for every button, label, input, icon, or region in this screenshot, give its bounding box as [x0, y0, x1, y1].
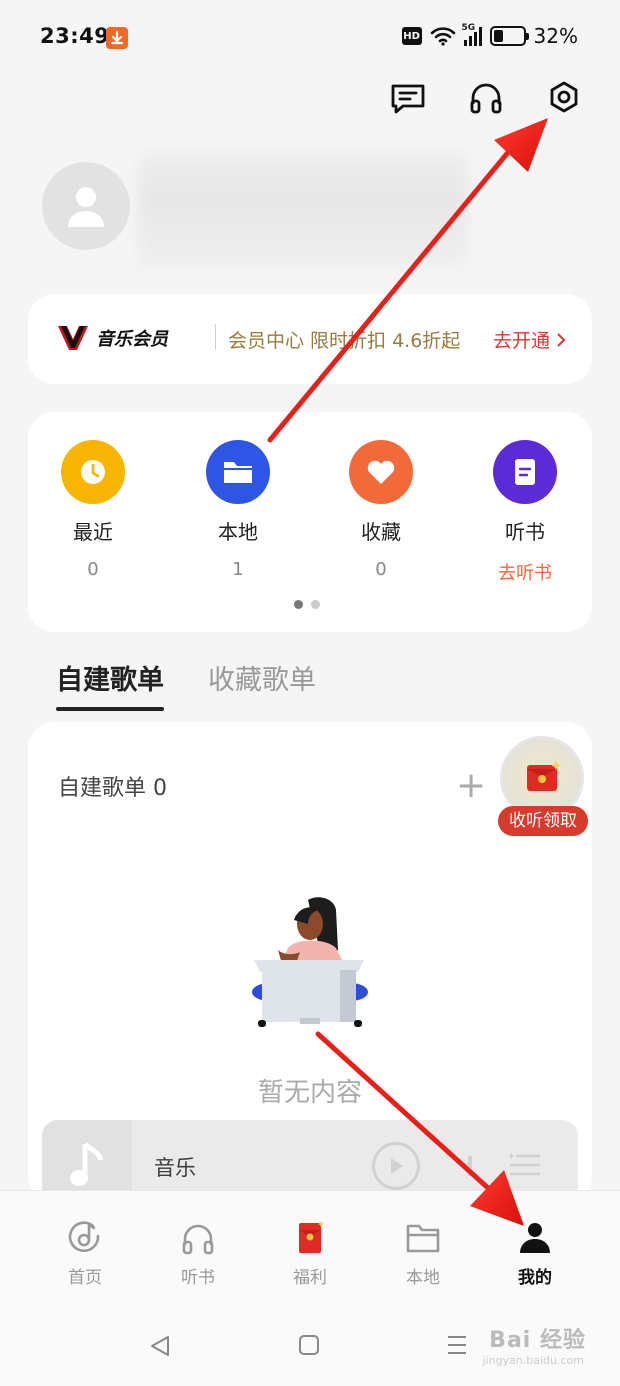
quick-count: 0	[375, 559, 387, 580]
nav-mine[interactable]: 我的	[485, 1219, 585, 1288]
user-icon	[520, 1223, 550, 1253]
home-disc-icon	[68, 1221, 100, 1252]
wifi-icon	[430, 27, 455, 46]
vip-logo: 音乐会员	[58, 325, 168, 351]
quick-item-recent[interactable]: 最近 0	[33, 440, 153, 580]
playlist-count-title: 自建歌单 0	[58, 776, 167, 801]
status-bar: 23:49 HD 5G 32%	[0, 0, 620, 76]
profile[interactable]	[42, 162, 130, 250]
download-notification-icon	[106, 27, 128, 49]
nav-label: 听书	[181, 1268, 215, 1288]
vip-open-label: 去开通	[492, 330, 550, 352]
nav-label: 福利	[293, 1268, 327, 1288]
quick-count: 0	[87, 559, 99, 580]
book-icon	[493, 440, 557, 504]
red-envelope-icon	[299, 1221, 324, 1253]
headphones-icon	[182, 1224, 214, 1255]
avatar[interactable]	[42, 162, 130, 250]
nav-home[interactable]: 首页	[35, 1219, 135, 1288]
status-time: 23:49	[40, 24, 110, 48]
page-indicator	[294, 600, 320, 609]
heart-icon	[349, 440, 413, 504]
empty-state-illustration	[252, 897, 368, 1027]
header-actions	[390, 78, 582, 118]
hd-badge: HD	[401, 27, 422, 45]
now-playing-title: 音乐	[154, 1156, 196, 1180]
music-note-icon	[70, 1142, 104, 1186]
add-playlist-button[interactable]: +	[456, 768, 486, 804]
quick-item-audiobooks[interactable]: 听书 去听书	[465, 440, 585, 585]
vip-banner[interactable]: 音乐会员 会员中心 限时折扣 4.6折起 去开通	[28, 294, 592, 384]
battery-level	[493, 30, 503, 42]
quick-label: 最近	[73, 520, 113, 544]
battery-percent: 32%	[533, 24, 578, 48]
chevron-right-icon	[557, 332, 566, 347]
quick-label: 听书	[505, 520, 545, 544]
page-dot	[311, 600, 320, 609]
baidu-watermark: Bai 经验	[489, 1328, 586, 1353]
play-icon	[391, 1158, 403, 1174]
page-dot-active	[294, 600, 303, 609]
nav-rewards[interactable]: 福利	[260, 1219, 360, 1288]
baidu-watermark-url: jingyan.baidu.com	[482, 1354, 584, 1367]
nav-local[interactable]: 本地	[373, 1219, 473, 1288]
tab-created-playlists[interactable]: 自建歌单	[56, 658, 164, 711]
battery-icon	[489, 26, 529, 46]
reward-label: 收听领取	[498, 806, 588, 836]
reward-widget[interactable]: 收听领取	[498, 736, 588, 844]
cellular-signal-icon: 5G	[461, 23, 482, 46]
next-track-icon[interactable]	[454, 1154, 474, 1178]
play-button[interactable]	[372, 1142, 420, 1190]
clock-icon	[61, 440, 125, 504]
quick-label: 收藏	[361, 520, 401, 544]
empty-state-text: 暂无内容	[257, 1078, 362, 1108]
vip-logo-text: 音乐会员	[96, 329, 168, 350]
playlist-queue-icon[interactable]	[508, 1150, 542, 1180]
bottom-nav: 首页 听书 福利 本地 我的	[0, 1190, 620, 1300]
recents-icon[interactable]	[446, 1334, 468, 1356]
back-icon[interactable]	[148, 1334, 172, 1358]
nav-label: 首页	[68, 1268, 102, 1288]
message-icon[interactable]	[390, 78, 426, 118]
nav-audiobooks[interactable]: 听书	[148, 1219, 248, 1288]
vip-divider	[215, 324, 216, 350]
settings-icon[interactable]	[546, 78, 582, 118]
folder-icon	[206, 440, 270, 504]
quick-label: 本地	[218, 520, 258, 544]
nav-label: 本地	[406, 1268, 440, 1288]
tab-collected-playlists[interactable]: 收藏歌单	[208, 658, 316, 711]
headphones-icon[interactable]	[468, 78, 504, 118]
vip-description: 会员中心 限时折扣 4.6折起	[228, 330, 461, 352]
default-user-icon	[68, 187, 104, 227]
playlist-tabs: 自建歌单 收藏歌单	[56, 658, 316, 711]
username-blurred	[138, 152, 468, 268]
quick-item-local[interactable]: 本地 1	[178, 440, 298, 580]
folder-icon	[406, 1224, 440, 1253]
network-type: 5G	[461, 23, 476, 33]
vip-v-logo-icon	[58, 326, 88, 350]
go-listen-link[interactable]: 去听书	[465, 559, 585, 585]
vip-open-button[interactable]: 去开通	[493, 326, 566, 353]
quick-count: 1	[232, 559, 244, 580]
quick-access-card: 最近 0 本地 1 收藏 0 听书 去听书	[28, 412, 592, 632]
nav-label: 我的	[518, 1268, 552, 1288]
quick-item-favorites[interactable]: 收藏 0	[321, 440, 441, 580]
home-icon[interactable]	[298, 1334, 320, 1356]
